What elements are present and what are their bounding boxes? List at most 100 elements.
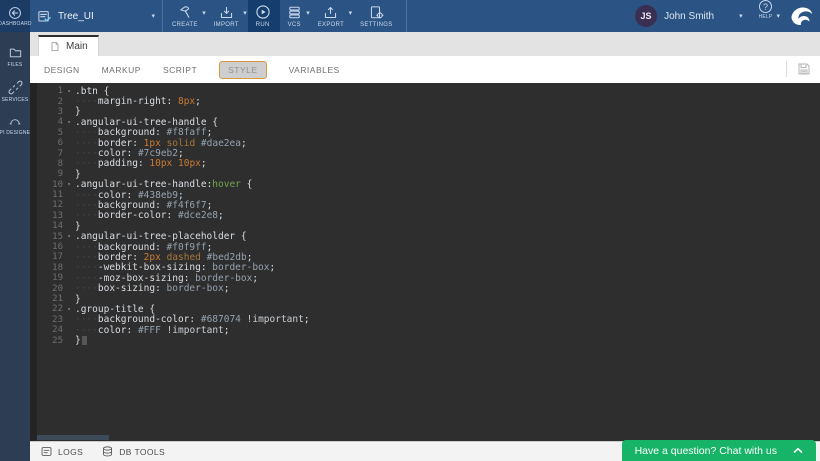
sidebar-item-files[interactable]: FILES: [0, 45, 30, 69]
code-line[interactable]: 13 ····border-color: #dce2e8;: [30, 211, 820, 221]
tab-main-label: Main: [66, 41, 88, 52]
tab-variables[interactable]: VARIABLES: [289, 65, 340, 75]
line-number: 21: [30, 294, 63, 304]
dashboard-button[interactable]: DASHBOARD: [0, 0, 30, 32]
fold-toggle-icon[interactable]: ▾: [63, 181, 75, 188]
code-line[interactable]: 1▾.btn {: [30, 86, 820, 96]
toolbar-action-label: RUN: [256, 22, 270, 28]
code-text: ····border-color: #dce2e8;: [75, 210, 224, 221]
wavemaker-logo-icon: [788, 3, 814, 29]
code-text: ····background: #f0f9ff;: [75, 242, 212, 253]
code-line[interactable]: 14}: [30, 221, 820, 231]
code-line[interactable]: 21}: [30, 294, 820, 304]
logs-button[interactable]: LOGS: [40, 445, 83, 458]
vcs-button[interactable]: VCS▾: [280, 0, 311, 32]
help-label: HELP: [759, 14, 773, 20]
tab-style[interactable]: STYLE: [219, 61, 266, 79]
code-line[interactable]: 24····color: #FFF !important;: [30, 325, 820, 335]
code-line[interactable]: 25}: [30, 335, 820, 345]
line-number: 9: [30, 169, 63, 179]
line-number: 8: [30, 159, 63, 169]
code-line[interactable]: 23····background-color: #687074 !importa…: [30, 315, 820, 325]
code-line[interactable]: 12····background: #f4f6f7;: [30, 200, 820, 210]
code-line[interactable]: 7····color: #7c9eb2;: [30, 148, 820, 158]
tab-main[interactable]: Main: [38, 35, 99, 56]
code-line[interactable]: 20····box-sizing: border-box;: [30, 283, 820, 293]
code-text: ····-moz-box-sizing: border-box;: [75, 273, 258, 284]
code-line[interactable]: 10▾.angular-ui-tree-handle:hover {: [30, 180, 820, 190]
left-sidebar: FILES SERVICES API DESIGNER: [0, 32, 30, 461]
chat-label: Have a question? Chat with us: [635, 445, 777, 457]
code-text: ····background: #f8faff;: [75, 127, 212, 138]
tab-script[interactable]: SCRIPT: [163, 65, 197, 75]
code-line[interactable]: 19····-moz-box-sizing: border-box;: [30, 273, 820, 283]
code-text: ····border: 2px dashed #bed2db;: [75, 252, 252, 263]
api-designer-icon: [7, 114, 23, 128]
code-line[interactable]: 4▾.angular-ui-tree-handle {: [30, 117, 820, 127]
logs-icon: [40, 445, 53, 458]
line-number: 13: [30, 211, 63, 221]
line-number: 1: [30, 86, 63, 96]
code-line[interactable]: 11····color: #438eb9;: [30, 190, 820, 200]
import-button[interactable]: IMPORT▾: [207, 0, 248, 32]
line-number: 15: [30, 232, 63, 242]
chevron-down-icon: ▾: [202, 10, 206, 17]
toolbar-action-label: CREATE: [172, 22, 198, 28]
code-line[interactable]: 17····border: 2px dashed #bed2db;: [30, 252, 820, 262]
create-button[interactable]: CREATE ▾: [165, 0, 207, 32]
db-tools-label: DB TOOLS: [119, 447, 165, 457]
code-line[interactable]: 9}: [30, 169, 820, 179]
sidebar-item-label: SERVICES: [2, 97, 29, 104]
chevron-down-icon[interactable]: ▾: [776, 13, 780, 20]
export-button[interactable]: EXPORT▾: [311, 0, 353, 32]
project-name: Tree_UI: [58, 11, 94, 22]
project-icon: [37, 9, 52, 24]
db-tools-button[interactable]: DB TOOLS: [101, 445, 165, 458]
sidebar-item-services[interactable]: SERVICES: [0, 80, 30, 104]
dashboard-label: DASHBOARD: [0, 21, 32, 27]
code-line[interactable]: 18····-webkit-box-sizing: border-box;: [30, 263, 820, 273]
run-icon: [255, 4, 271, 20]
user-menu[interactable]: JS John Smith ▾: [635, 0, 743, 32]
code-text: }: [75, 221, 81, 232]
code-text: .angular-ui-tree-placeholder {: [75, 231, 247, 242]
chat-widget[interactable]: Have a question? Chat with us: [622, 440, 816, 461]
tab-design[interactable]: DESIGN: [44, 65, 80, 75]
fold-toggle-icon[interactable]: ▾: [63, 306, 75, 313]
code-text: .angular-ui-tree-handle {: [75, 117, 218, 128]
code-text: ····background-color: #687074 !important…: [75, 314, 310, 325]
line-number: 3: [30, 107, 63, 117]
fold-toggle-icon[interactable]: ▾: [63, 88, 75, 95]
project-selector[interactable]: Tree_UI ▾: [30, 0, 163, 32]
code-line[interactable]: 6····border: 1px solid #dae2ea;: [30, 138, 820, 148]
code-text: ····box-sizing: border-box;: [75, 283, 229, 294]
save-icon[interactable]: [796, 61, 812, 77]
services-icon: [8, 80, 23, 95]
code-line[interactable]: 22▾.group-title {: [30, 304, 820, 314]
fold-toggle-icon[interactable]: ▾: [63, 119, 75, 126]
tab-strip: Main: [30, 32, 820, 56]
code-line[interactable]: 5····background: #f8faff;: [30, 128, 820, 138]
code-line[interactable]: 16····background: #f0f9ff;: [30, 242, 820, 252]
line-number: 6: [30, 138, 63, 148]
line-number: 2: [30, 97, 63, 107]
code-text: .angular-ui-tree-handle:hover {: [75, 179, 252, 190]
fold-toggle-icon[interactable]: ▾: [63, 233, 75, 240]
logs-label: LOGS: [58, 447, 83, 457]
run-button[interactable]: RUN: [248, 0, 280, 32]
code-line[interactable]: 3}: [30, 107, 820, 117]
chevron-down-icon: ▾: [151, 13, 155, 20]
code-line[interactable]: 8····padding: 10px 10px;: [30, 159, 820, 169]
code-line[interactable]: 15▾.angular-ui-tree-placeholder {: [30, 231, 820, 241]
tab-markup[interactable]: MARKUP: [102, 65, 141, 75]
sidebar-item-api-designer[interactable]: API DESIGNER: [0, 114, 30, 137]
code-editor[interactable]: 1▾.btn {2····margin-right: 8px;3}4▾.angu…: [30, 83, 820, 441]
hammer-icon: [177, 5, 192, 20]
help-button[interactable]: ? HELP: [759, 0, 773, 32]
horizontal-scrollbar-thumb[interactable]: [37, 435, 109, 440]
code-line[interactable]: 2····margin-right: 8px;: [30, 96, 820, 106]
export-icon: [323, 5, 338, 20]
code-text: }: [75, 294, 81, 305]
settings-button[interactable]: SETTINGS: [353, 0, 401, 32]
code-text: ····color: #438eb9;: [75, 190, 184, 201]
